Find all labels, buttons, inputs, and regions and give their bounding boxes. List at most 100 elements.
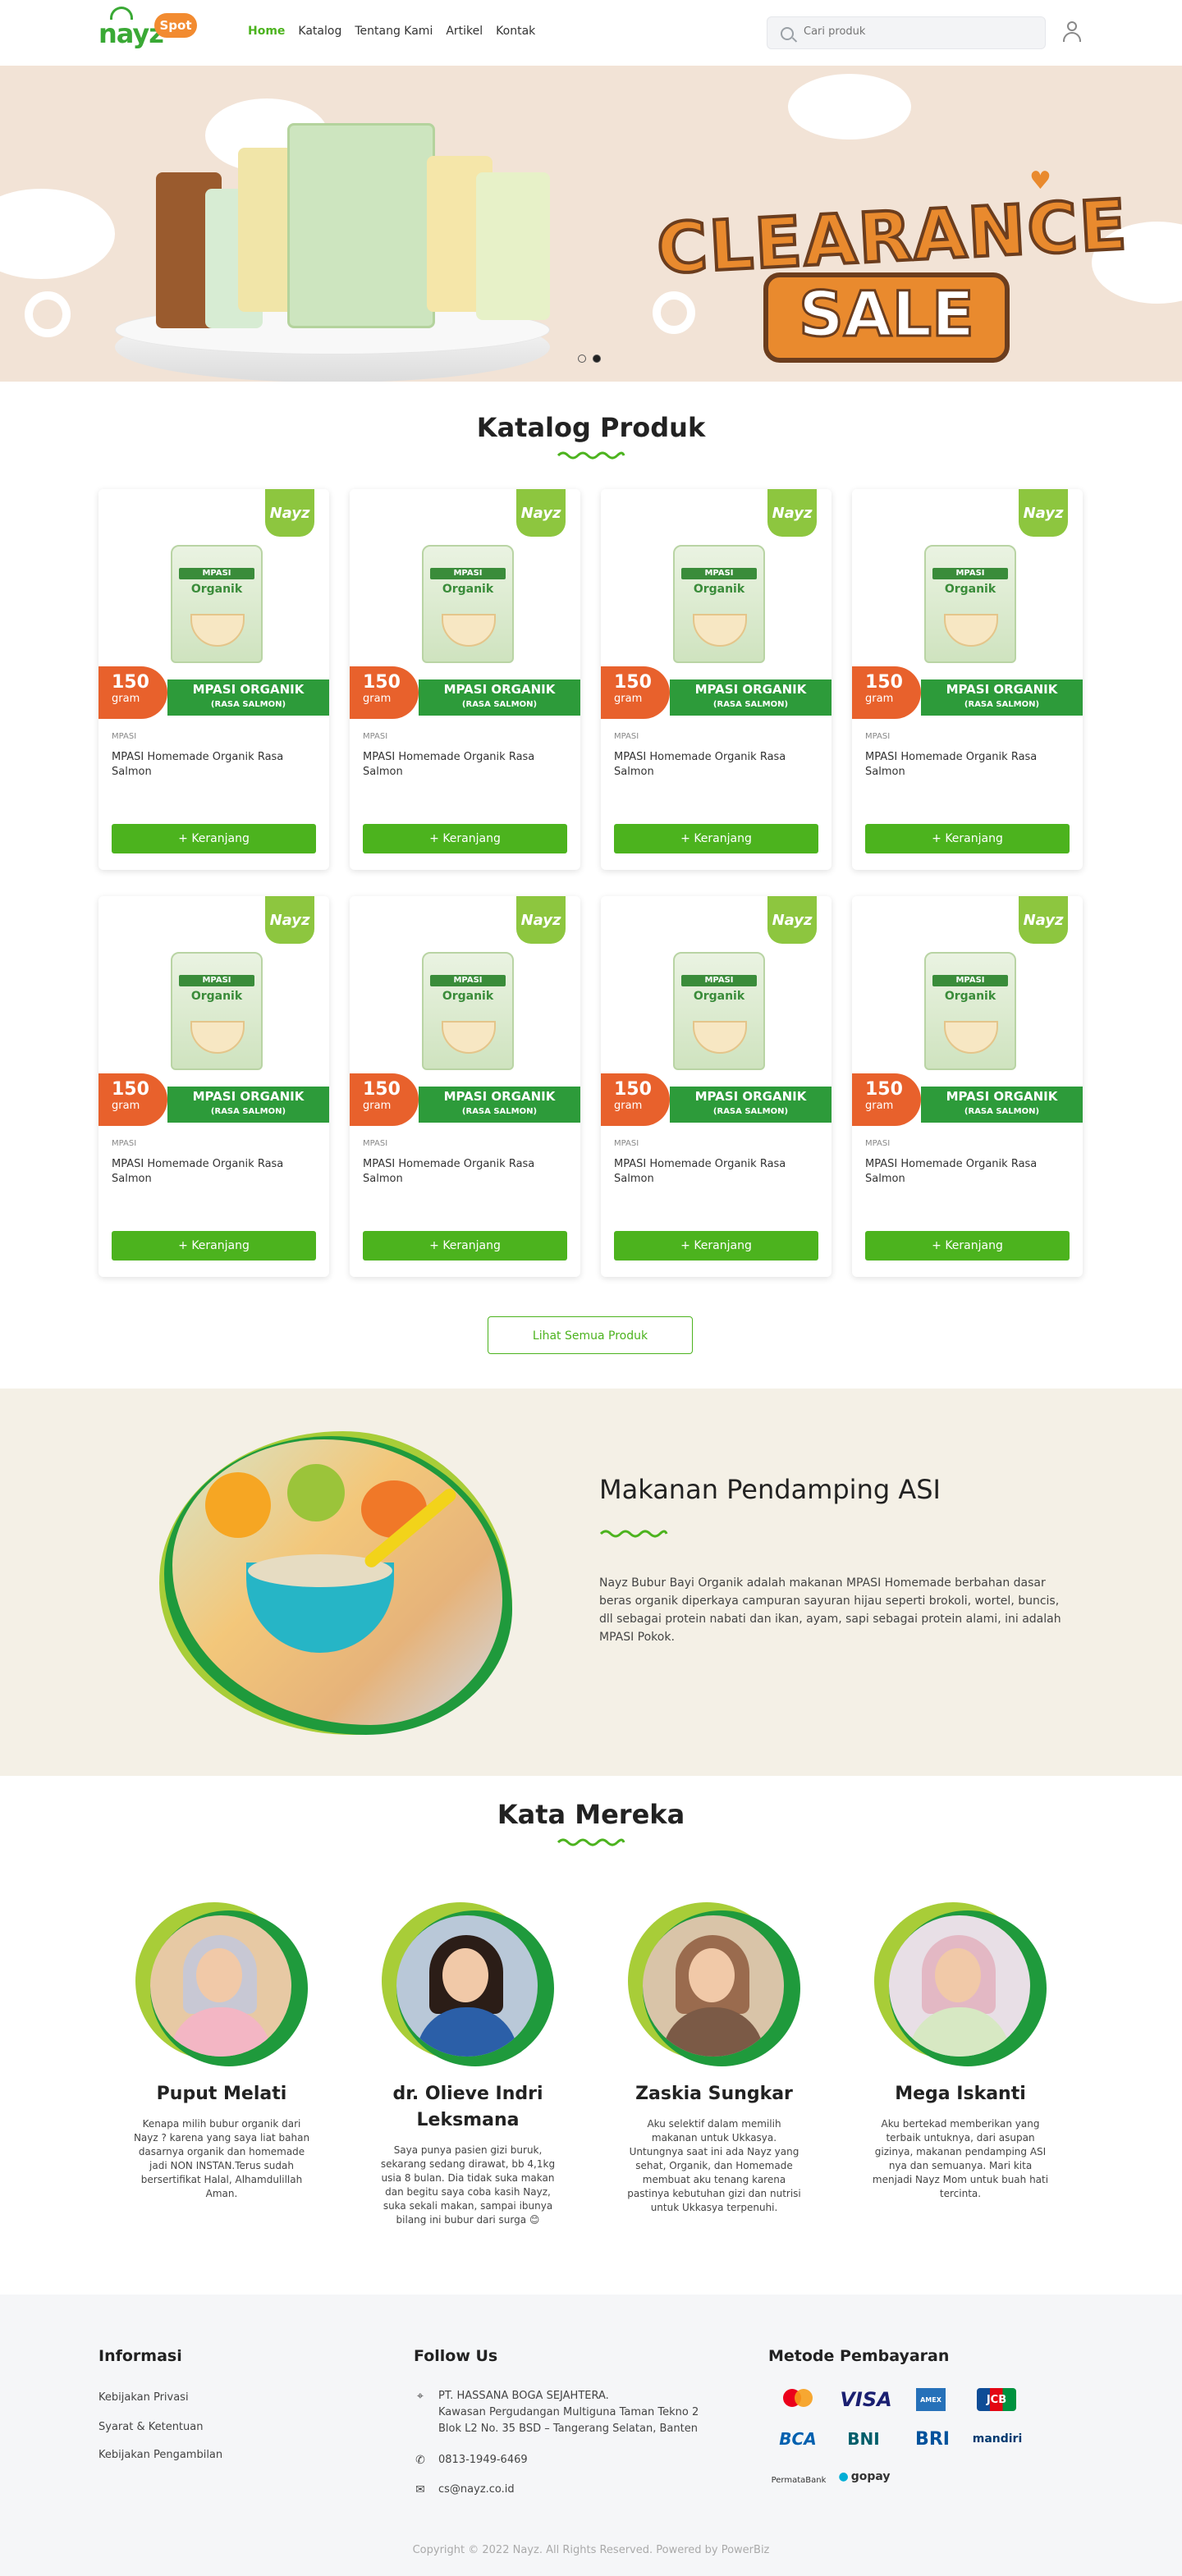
add-to-cart-button[interactable]: + Keranjang (363, 1231, 567, 1261)
plus-icon: + (932, 832, 946, 845)
avatar (382, 1902, 554, 2066)
plus-icon: + (429, 1239, 443, 1252)
hero-banner[interactable]: ♥ CLEARANCE SALE (0, 66, 1182, 382)
testimonial-name: Mega Iskanti (895, 2084, 1026, 2104)
nav-artikel[interactable]: Artikel (446, 25, 483, 38)
product-card[interactable]: Nayz MPASI Organik MPASI ORGANIK (RASA SALMO… (601, 489, 832, 870)
product-card[interactable]: Nayz MPASI Organik MPASI ORGANIK (RASA SALMO… (350, 489, 580, 870)
product-name[interactable]: MPASI Homemade Organik Rasa Salmon (363, 1157, 568, 1187)
testimonial-card: Puput Melati Kenapa milih bubur organik … (123, 1902, 320, 2227)
product-category: MPASI (865, 732, 891, 741)
product-card[interactable]: Nayz MPASI Organik MPASI ORGANIK (RASA SALMO… (98, 896, 329, 1277)
product-category: MPASI (865, 1139, 891, 1148)
squiggle-divider-icon (599, 1530, 668, 1538)
squiggle-divider-icon (557, 451, 625, 460)
product-grid: Nayz MPASI Organik MPASI ORGANIK (RASA SALMO… (98, 489, 1084, 1277)
footer-follow-title: Follow Us (414, 2347, 498, 2365)
nav-home[interactable]: Home (248, 25, 285, 38)
mastercard-logo (773, 2386, 822, 2413)
product-name[interactable]: MPASI Homemade Organik Rasa Salmon (614, 750, 819, 780)
product-name[interactable]: MPASI Homemade Organik Rasa Salmon (614, 1157, 819, 1187)
footer-email[interactable]: cs@nayz.co.id (438, 2483, 515, 2496)
search-input[interactable] (804, 25, 1033, 38)
plus-icon: + (178, 1239, 192, 1252)
user-icon[interactable] (1062, 20, 1082, 43)
cart-label: Keranjang (694, 1239, 752, 1252)
product-category: MPASI (112, 732, 137, 741)
add-to-cart-button[interactable]: + Keranjang (614, 824, 818, 853)
testimonial-card: Zaskia Sungkar Aku selektif dalam memili… (616, 1902, 813, 2227)
product-image[interactable]: Nayz MPASI Organik MPASI ORGANIK (RASA SALMO… (601, 896, 832, 1126)
testimonial-name: dr. Olieve Indri Leksmana (392, 2084, 543, 2130)
product-name[interactable]: MPASI Homemade Organik Rasa Salmon (112, 1157, 317, 1187)
footer-link-pickup[interactable]: Kebijakan Pengambilan (98, 2449, 222, 2461)
product-name[interactable]: MPASI Homemade Organik Rasa Salmon (865, 750, 1070, 780)
add-to-cart-button[interactable]: + Keranjang (614, 1231, 818, 1261)
carousel-dot-1[interactable] (578, 355, 586, 363)
logo-text: nayz (98, 18, 164, 49)
email-icon: ✉ (415, 2483, 425, 2496)
logo[interactable]: nayz Spot (98, 7, 197, 56)
product-card[interactable]: Nayz MPASI Organik MPASI ORGANIK (RASA SALMO… (852, 896, 1083, 1277)
footer-payment-title: Metode Pembayaran (768, 2347, 950, 2365)
plus-icon: + (680, 832, 694, 845)
add-to-cart-button[interactable]: + Keranjang (112, 824, 316, 853)
plus-icon: + (178, 832, 192, 845)
footer-phone[interactable]: 0813-1949-6469 (438, 2454, 528, 2466)
footer-link-privacy[interactable]: Kebijakan Privasi (98, 2391, 189, 2404)
brand-badge: Nayz (516, 489, 566, 537)
footer-info-title: Informasi (98, 2347, 182, 2365)
footer-address-line2: Kawasan Pergudangan Multiguna Taman Tekn… (438, 2406, 699, 2418)
add-to-cart-button[interactable]: + Keranjang (865, 824, 1070, 853)
cloud-shape (788, 74, 911, 140)
see-all-products-button[interactable]: Lihat Semua Produk (488, 1316, 693, 1354)
nav-katalog[interactable]: Katalog (298, 25, 341, 38)
nav-kontak[interactable]: Kontak (496, 25, 535, 38)
brand-badge: Nayz (767, 896, 817, 944)
product-card[interactable]: Nayz MPASI Organik MPASI ORGANIK (RASA SALMO… (601, 896, 832, 1277)
add-to-cart-button[interactable]: + Keranjang (112, 1231, 316, 1261)
hero-subline: SALE (798, 277, 976, 352)
product-image[interactable]: Nayz MPASI Organik MPASI ORGANIK (RASA SALMO… (601, 489, 832, 719)
product-image[interactable]: Nayz MPASI Organik MPASI ORGANIK (RASA SALMO… (852, 489, 1083, 719)
about-description: Nayz Bubur Bayi Organik adalah makanan M… (599, 1576, 1061, 1644)
product-card[interactable]: Nayz MPASI Organik MPASI ORGANIK (RASA SALMO… (350, 896, 580, 1277)
product-image[interactable]: Nayz MPASI Organik MPASI ORGANIK (RASA SALMO… (98, 896, 329, 1126)
product-name[interactable]: MPASI Homemade Organik Rasa Salmon (112, 750, 317, 780)
carousel-dot-2[interactable] (593, 355, 601, 363)
product-image[interactable]: Nayz MPASI Organik MPASI ORGANIK (RASA SALMO… (98, 489, 329, 719)
product-banner: MPASI ORGANIK (RASA SALMON) 150 gram (852, 1073, 1083, 1126)
product-category: MPASI (614, 732, 639, 741)
carousel-dots (578, 355, 601, 363)
bri-logo: BRI (915, 2428, 950, 2450)
weight-badge: 150 gram (601, 666, 670, 719)
product-banner: MPASI ORGANIK (RASA SALMON) 150 gram (350, 1073, 580, 1126)
product-image[interactable]: Nayz MPASI Organik MPASI ORGANIK (RASA SALMO… (852, 896, 1083, 1126)
brand-badge: Nayz (516, 896, 566, 944)
cart-label: Keranjang (945, 832, 1003, 845)
main-nav: Home Katalog Tentang Kami Artikel Kontak (248, 25, 535, 38)
product-image[interactable]: Nayz MPASI Organik MPASI ORGANIK (RASA SALMO… (350, 896, 580, 1126)
nav-tentang-kami[interactable]: Tentang Kami (355, 25, 433, 38)
add-to-cart-button[interactable]: + Keranjang (865, 1231, 1070, 1261)
testimonial-card: Mega Iskanti Aku bertekad memberikan yan… (862, 1902, 1059, 2227)
product-name[interactable]: MPASI Homemade Organik Rasa Salmon (865, 1157, 1070, 1187)
product-banner: MPASI ORGANIK (RASA SALMON) 150 gram (601, 666, 832, 719)
visa-logo: VISA (840, 2388, 892, 2411)
weight-badge: 150 gram (601, 1073, 670, 1126)
copyright-text: Copyright © 2022 Nayz. All Rights Reserv… (412, 2544, 770, 2556)
gopay-text: gopay (850, 2470, 891, 2483)
product-name[interactable]: MPASI Homemade Organik Rasa Salmon (363, 750, 568, 780)
footer-link-terms[interactable]: Syarat & Ketentuan (98, 2421, 203, 2433)
product-image[interactable]: Nayz MPASI Organik MPASI ORGANIK (RASA SALMO… (350, 489, 580, 719)
weight-badge: 150 gram (350, 1073, 419, 1126)
product-card[interactable]: Nayz MPASI Organik MPASI ORGANIK (RASA SALMO… (852, 489, 1083, 870)
plus-icon: + (932, 1239, 946, 1252)
testimonial-name: Puput Melati (156, 2084, 287, 2104)
search-icon (781, 27, 794, 40)
brand-badge: Nayz (1019, 489, 1068, 537)
add-to-cart-button[interactable]: + Keranjang (363, 824, 567, 853)
product-banner: MPASI ORGANIK (RASA SALMON) 150 gram (601, 1073, 832, 1126)
product-card[interactable]: Nayz MPASI Organik MPASI ORGANIK (RASA SALMO… (98, 489, 329, 870)
brand-badge: Nayz (265, 489, 314, 537)
